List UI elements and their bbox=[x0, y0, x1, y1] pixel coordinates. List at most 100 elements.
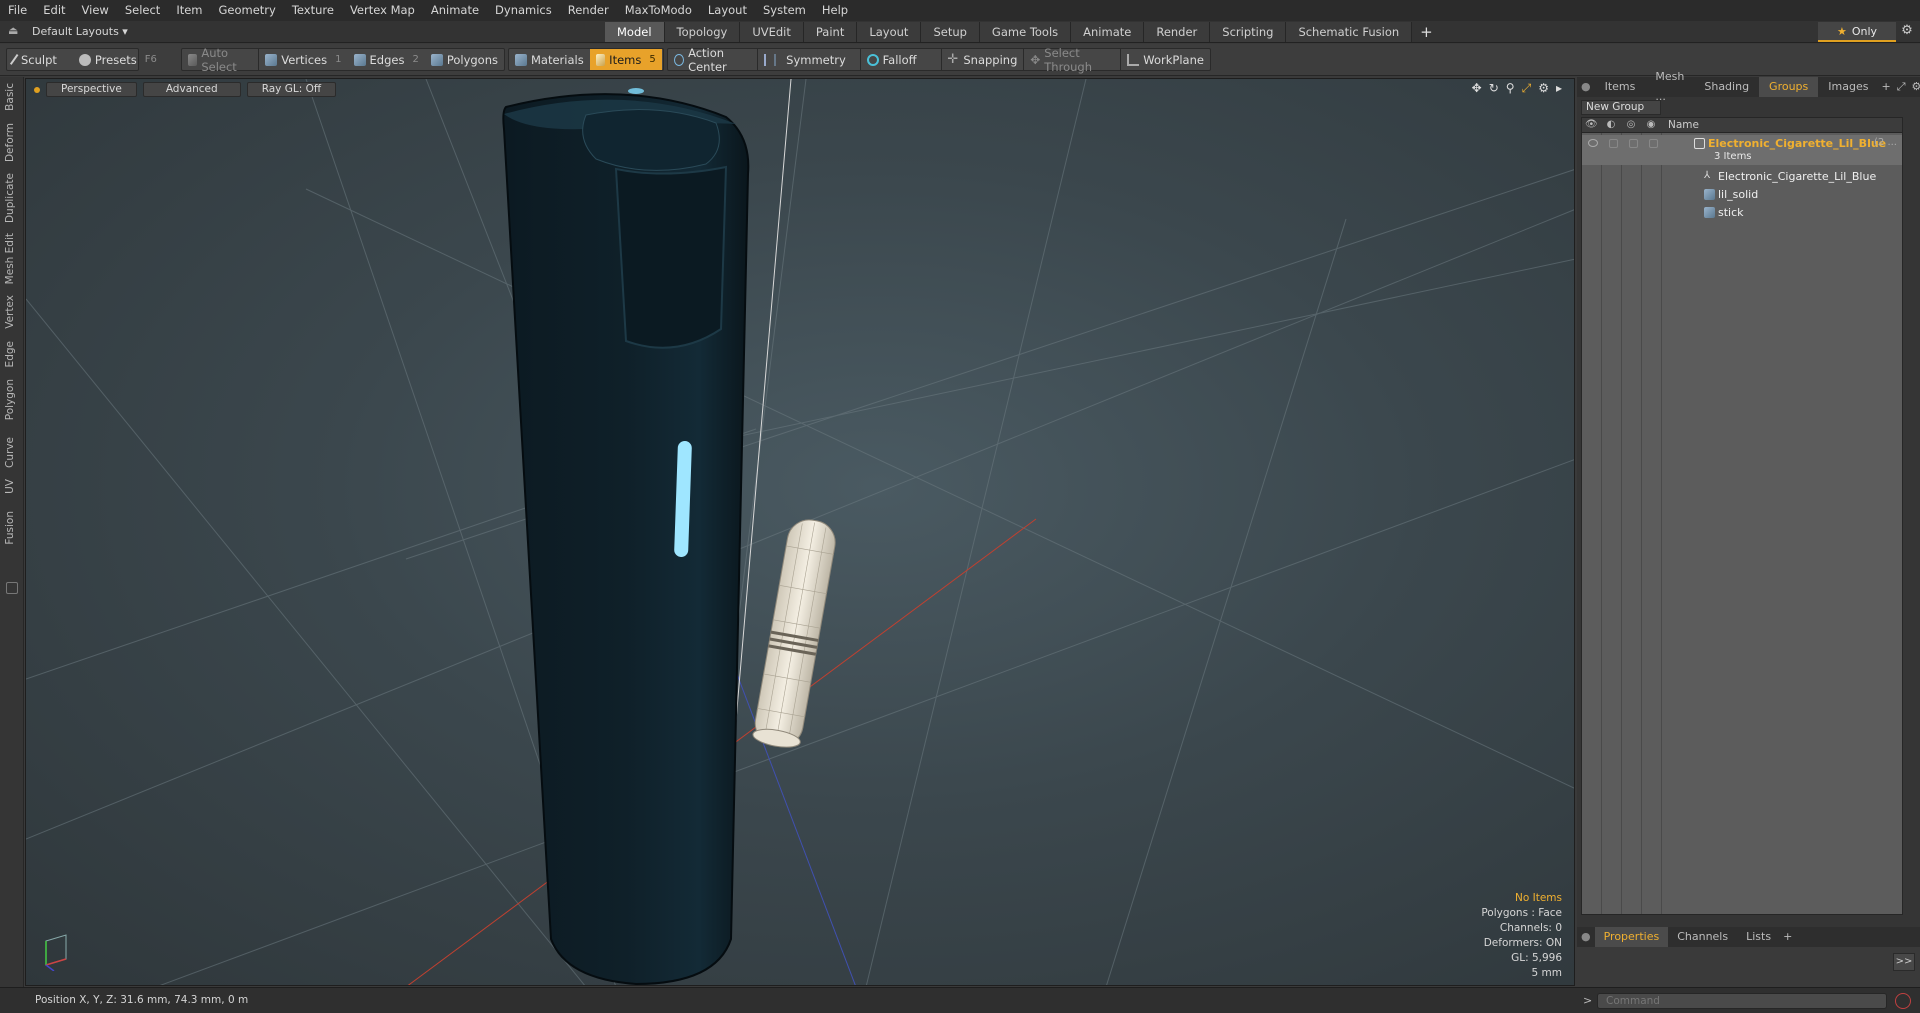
expand-properties-button[interactable]: >> bbox=[1893, 953, 1915, 971]
left-tab-deform[interactable]: Deform bbox=[4, 123, 20, 162]
menu-render[interactable]: Render bbox=[560, 0, 617, 21]
left-tab-mesh-edit[interactable]: Mesh Edit bbox=[4, 233, 20, 284]
panel-settings-icon[interactable]: ⚙ bbox=[1909, 77, 1920, 97]
add-tab-icon[interactable]: + bbox=[1412, 22, 1441, 42]
rotate-icon[interactable]: ↻ bbox=[1489, 81, 1499, 96]
left-tab-fusion[interactable]: Fusion bbox=[4, 511, 20, 545]
menu-file[interactable]: File bbox=[0, 0, 35, 21]
command-input[interactable] bbox=[1597, 993, 1887, 1009]
left-tab-curve[interactable]: Curve bbox=[4, 437, 20, 468]
menu-system[interactable]: System bbox=[755, 0, 814, 21]
polygons-button[interactable]: Polygons bbox=[425, 49, 504, 70]
vertices-button[interactable]: Vertices 1 bbox=[259, 49, 347, 70]
panel-menu-icon[interactable]: ● bbox=[1577, 77, 1595, 97]
tab-items[interactable]: Items bbox=[1595, 77, 1646, 97]
menu-item[interactable]: Item bbox=[168, 0, 210, 21]
left-tab-uv[interactable]: UV bbox=[4, 479, 20, 494]
name-column-header[interactable]: Name bbox=[1668, 119, 1699, 131]
tab-model[interactable]: Model bbox=[605, 22, 665, 42]
tab-game-tools[interactable]: Game Tools bbox=[979, 22, 1072, 42]
layout-selector[interactable]: Default Layouts ▾ bbox=[32, 21, 128, 43]
menu-view[interactable]: View bbox=[74, 0, 117, 21]
materials-button[interactable]: Materials bbox=[509, 49, 590, 70]
list-item[interactable]: lil_solid bbox=[1582, 186, 1902, 204]
group-row[interactable]: Electronic_Cigarette_Lil_Blue (2 ... 3 I… bbox=[1582, 135, 1902, 165]
menu-dynamics[interactable]: Dynamics bbox=[487, 0, 560, 21]
shading-mode-button[interactable]: Advanced bbox=[142, 82, 241, 97]
only-button[interactable]: ★ Only bbox=[1818, 22, 1896, 42]
left-tab-duplicate[interactable]: Duplicate bbox=[4, 173, 20, 223]
left-tab-vertex[interactable]: Vertex bbox=[4, 295, 20, 329]
new-group-button[interactable]: New Group bbox=[1581, 100, 1661, 115]
tab-setup[interactable]: Setup bbox=[921, 22, 980, 42]
tab-paint[interactable]: Paint bbox=[803, 22, 858, 42]
falloff-button[interactable]: Falloff bbox=[861, 49, 941, 70]
select-column-icon[interactable]: ◉ bbox=[1645, 119, 1657, 131]
group-list-header: 👁 ◐ ◎ ◉ Name bbox=[1582, 118, 1902, 133]
menu-texture[interactable]: Texture bbox=[284, 0, 342, 21]
left-panel-toggle-icon[interactable] bbox=[6, 582, 18, 594]
symmetry-button[interactable]: Symmetry bbox=[758, 49, 860, 70]
gear-icon[interactable]: ⚙ bbox=[1897, 23, 1917, 41]
menu-layout[interactable]: Layout bbox=[700, 0, 755, 21]
tab-uvedit[interactable]: UVEdit bbox=[740, 22, 804, 42]
presets-key: F6 bbox=[144, 54, 157, 65]
presets-button[interactable]: Presets F6 bbox=[73, 49, 163, 70]
layout-home-icon[interactable]: ⏏ bbox=[8, 24, 22, 38]
maximize-icon[interactable]: ⤢ bbox=[1522, 81, 1532, 96]
3d-viewport[interactable]: Perspective Advanced Ray GL: Off ✥ ↻ ⚲ ⤢… bbox=[25, 78, 1575, 986]
view-type-button[interactable]: Perspective bbox=[46, 82, 137, 97]
tab-scripting[interactable]: Scripting bbox=[1210, 22, 1287, 42]
group-lock-toggle[interactable] bbox=[1629, 139, 1638, 148]
menu-geometry[interactable]: Geometry bbox=[211, 0, 284, 21]
list-item[interactable]: stick bbox=[1582, 204, 1902, 222]
add-properties-tab-icon[interactable]: + bbox=[1780, 927, 1795, 947]
viewport-settings-icon[interactable]: ⚙ bbox=[1538, 81, 1549, 96]
left-tab-edge[interactable]: Edge bbox=[4, 341, 20, 367]
left-tab-polygon[interactable]: Polygon bbox=[4, 379, 20, 420]
menu-animate[interactable]: Animate bbox=[423, 0, 487, 21]
raygl-button[interactable]: Ray GL: Off bbox=[246, 82, 337, 97]
expand-panel-icon[interactable]: ⤢ bbox=[1894, 77, 1909, 97]
group-visibility-icon[interactable] bbox=[1588, 139, 1598, 147]
tab-lists[interactable]: Lists bbox=[1737, 927, 1780, 947]
viewport-options-icon[interactable] bbox=[34, 87, 40, 93]
tab-animate[interactable]: Animate bbox=[1071, 22, 1145, 42]
auto-select-button[interactable]: Auto Select bbox=[182, 46, 258, 74]
visibility-column-icon[interactable]: 👁 bbox=[1585, 119, 1598, 131]
group-render-toggle[interactable] bbox=[1609, 139, 1618, 148]
command-history-icon[interactable]: > bbox=[1583, 994, 1592, 1007]
group-select-toggle[interactable] bbox=[1649, 139, 1658, 148]
tab-shading[interactable]: Shading bbox=[1694, 77, 1759, 97]
menu-vertex-map[interactable]: Vertex Map bbox=[342, 0, 423, 21]
zoom-icon[interactable]: ⚲ bbox=[1506, 81, 1515, 96]
tab-properties[interactable]: Properties bbox=[1594, 927, 1669, 947]
viewport-menu-icon[interactable]: ▸ bbox=[1556, 81, 1562, 96]
items-button[interactable]: Items 5 bbox=[589, 49, 662, 70]
properties-menu-icon[interactable]: ● bbox=[1577, 927, 1595, 947]
list-item[interactable]: ⅄ Electronic_Cigarette_Lil_Blue bbox=[1582, 168, 1902, 186]
add-panel-tab-icon[interactable]: + bbox=[1878, 77, 1893, 97]
snapping-button[interactable]: ✛ Snapping bbox=[941, 49, 1023, 70]
left-tab-basic[interactable]: Basic bbox=[4, 83, 20, 111]
record-macro-icon[interactable] bbox=[1895, 993, 1911, 1009]
tab-groups[interactable]: Groups bbox=[1759, 77, 1819, 97]
lock-column-icon[interactable]: ◎ bbox=[1625, 119, 1637, 131]
menu-help[interactable]: Help bbox=[814, 0, 856, 21]
menu-select[interactable]: Select bbox=[117, 0, 168, 21]
pan-icon[interactable]: ✥ bbox=[1472, 81, 1482, 96]
tab-images[interactable]: Images bbox=[1818, 77, 1878, 97]
menu-maxtomodo[interactable]: MaxToModo bbox=[617, 0, 700, 21]
tab-topology[interactable]: Topology bbox=[664, 22, 741, 42]
render-column-icon[interactable]: ◐ bbox=[1605, 119, 1617, 131]
select-through-button[interactable]: ✥ Select Through bbox=[1024, 46, 1120, 74]
workplane-button[interactable]: WorkPlane bbox=[1121, 49, 1210, 70]
tab-render[interactable]: Render bbox=[1144, 22, 1211, 42]
tab-channels[interactable]: Channels bbox=[1668, 927, 1737, 947]
menu-edit[interactable]: Edit bbox=[35, 0, 73, 21]
edges-button[interactable]: Edges 2 bbox=[348, 49, 425, 70]
tab-layout[interactable]: Layout bbox=[857, 22, 922, 42]
sculpt-button[interactable]: Sculpt bbox=[7, 49, 63, 70]
action-center-button[interactable]: Action Center bbox=[668, 46, 757, 74]
tab-schematic-fusion[interactable]: Schematic Fusion bbox=[1286, 22, 1413, 42]
